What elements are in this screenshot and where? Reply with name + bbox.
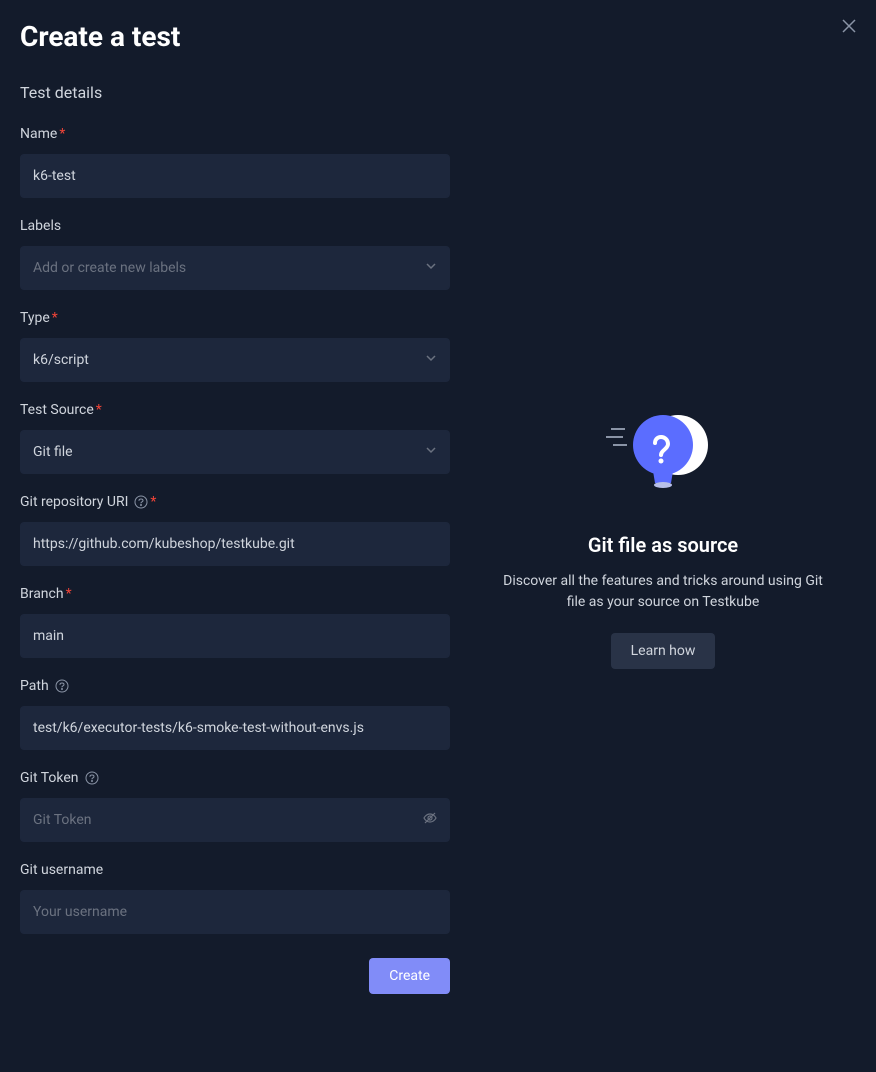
required-mark: * [150, 494, 156, 510]
git-username-group: Git username [20, 862, 450, 934]
learn-how-button[interactable]: Learn how [611, 633, 716, 669]
labels-placeholder: Add or create new labels [33, 260, 186, 276]
labels-group: Labels Add or create new labels [20, 218, 450, 290]
info-title: Git file as source [500, 533, 826, 557]
close-icon [842, 19, 856, 33]
eye-off-icon[interactable] [422, 810, 438, 830]
git-uri-label: Git repository URI * [20, 494, 450, 510]
type-label: Type * [20, 310, 450, 326]
chevron-down-icon [425, 260, 437, 276]
path-label: Path [20, 678, 450, 694]
test-source-label: Test Source * [20, 402, 450, 418]
git-uri-input[interactable] [20, 522, 450, 566]
branch-group: Branch * [20, 586, 450, 658]
chevron-down-icon [425, 444, 437, 460]
modal-title: Create a test [20, 20, 450, 53]
git-username-input[interactable] [20, 890, 450, 934]
help-icon[interactable] [85, 771, 99, 785]
branch-label: Branch * [20, 586, 450, 602]
labels-select[interactable]: Add or create new labels [20, 246, 450, 290]
required-mark: * [66, 586, 72, 602]
git-token-group: Git Token [20, 770, 450, 842]
test-source-select[interactable]: Git file [20, 430, 450, 474]
path-input[interactable] [20, 706, 450, 750]
type-value: k6/script [33, 352, 89, 368]
chevron-down-icon [425, 352, 437, 368]
test-source-group: Test Source * Git file [20, 402, 450, 474]
type-group: Type * k6/script [20, 310, 450, 382]
lightbulb-illustration [603, 403, 723, 503]
type-select[interactable]: k6/script [20, 338, 450, 382]
section-title: Test details [20, 83, 450, 102]
help-icon[interactable] [134, 495, 148, 509]
git-token-input[interactable] [20, 798, 450, 842]
close-button[interactable] [842, 18, 856, 37]
name-label: Name * [20, 126, 450, 142]
test-source-value: Git file [33, 444, 73, 460]
labels-label: Labels [20, 218, 450, 234]
git-uri-group: Git repository URI * [20, 494, 450, 566]
name-group: Name * [20, 126, 450, 198]
path-group: Path [20, 678, 450, 750]
info-panel: Git file as source Discover all the feat… [470, 20, 856, 1052]
info-description: Discover all the features and tricks aro… [500, 571, 826, 613]
help-icon[interactable] [55, 679, 69, 693]
name-input[interactable] [20, 154, 450, 198]
form-panel: Create a test Test details Name * Labels… [20, 20, 470, 1052]
create-button[interactable]: Create [369, 958, 450, 994]
branch-input[interactable] [20, 614, 450, 658]
git-token-label: Git Token [20, 770, 450, 786]
required-mark: * [96, 402, 102, 418]
required-mark: * [59, 126, 65, 142]
required-mark: * [52, 310, 58, 326]
git-username-label: Git username [20, 862, 450, 878]
create-test-modal: Create a test Test details Name * Labels… [0, 0, 876, 1072]
